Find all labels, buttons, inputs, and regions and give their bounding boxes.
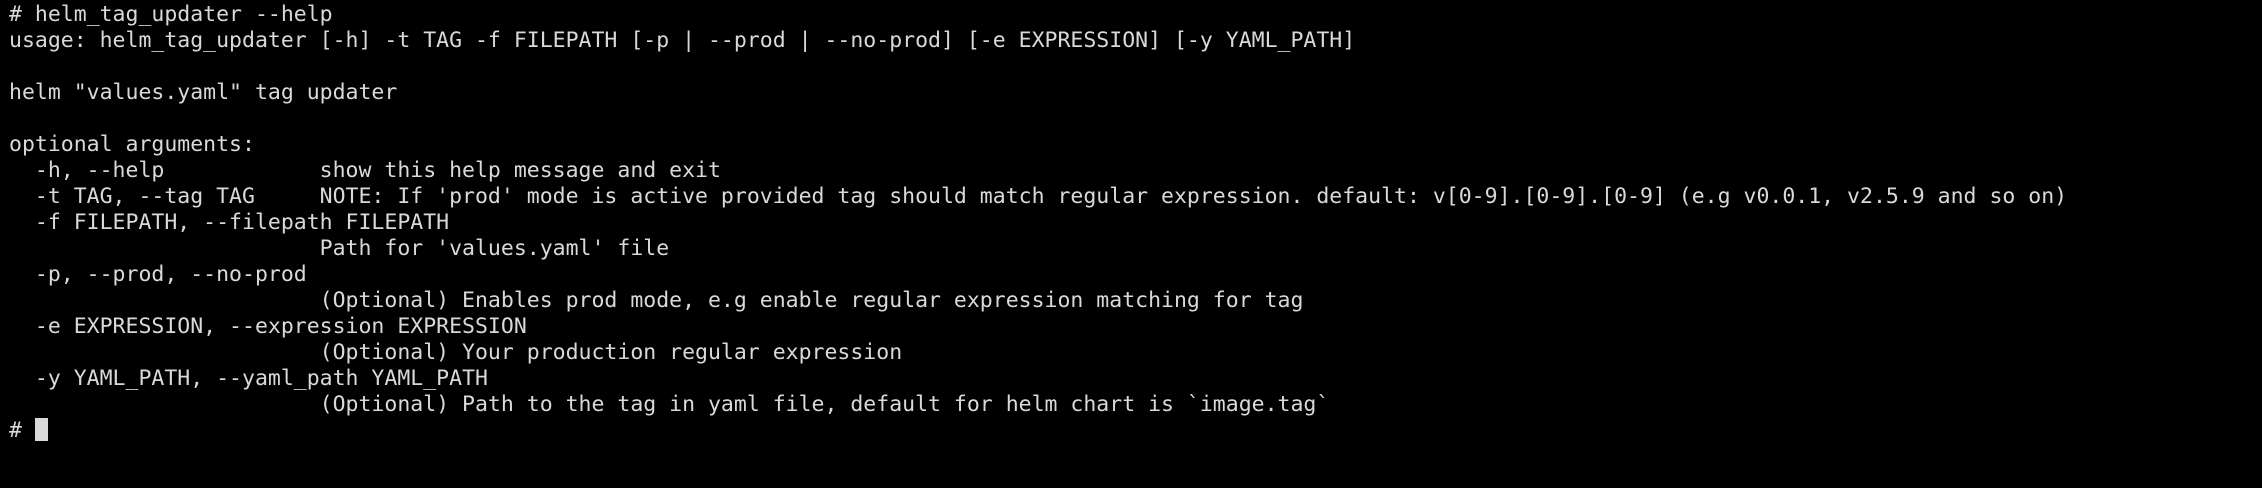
tag-option-line: -t TAG, --tag TAG NOTE: If 'prod' mode i… [9,184,2068,209]
description-line: helm "values.yaml" tag updater [9,80,398,105]
filepath-option-line: -f FILEPATH, --filepath FILEPATH [9,210,450,235]
prod-option-line: -p, --prod, --no-prod [9,262,307,287]
filepath-description-line: Path for 'values.yaml' file [9,236,670,261]
prod-description-line: (Optional) Enables prod mode, e.g enable… [9,288,1304,313]
yaml-path-description-line: (Optional) Path to the tag in yaml file,… [9,392,1330,417]
command-line: # helm_tag_updater --help [9,2,333,27]
help-option-line: -h, --help show this help message and ex… [9,158,721,183]
text-cursor [34,418,48,441]
expression-option-line: -e EXPRESSION, --expression EXPRESSION [9,314,527,339]
shell-prompt: # [9,418,35,443]
terminal-window[interactable]: # helm_tag_updater --help usage: helm_ta… [0,0,2262,488]
usage-line: usage: helm_tag_updater [-h] -t TAG -f F… [9,28,1356,53]
yaml-path-option-line: -y YAML_PATH, --yaml_path YAML_PATH [9,366,488,391]
prompt-line[interactable]: # [9,418,2262,444]
optional-arguments-heading: optional arguments: [9,132,255,157]
expression-description-line: (Optional) Your production regular expre… [9,340,903,365]
